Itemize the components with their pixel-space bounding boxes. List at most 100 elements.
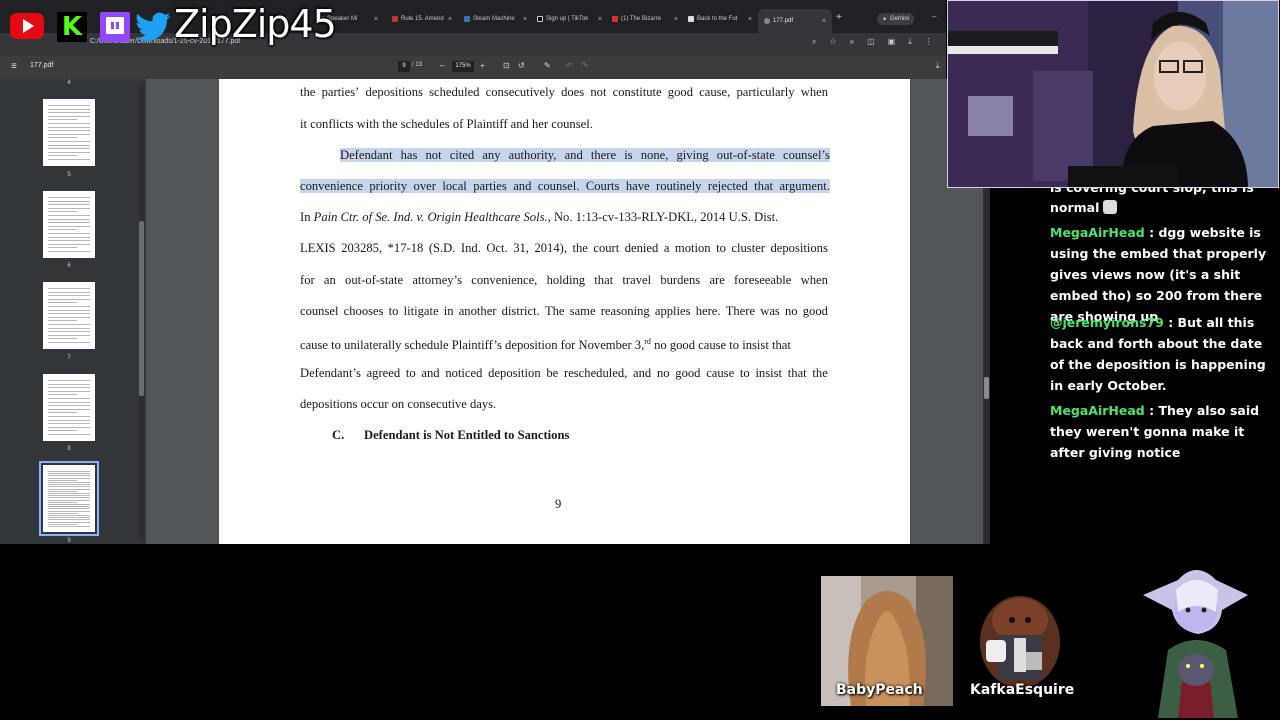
thumbnail-text-line	[48, 401, 90, 403]
extension-icon[interactable]: »	[850, 37, 854, 47]
tab-back-to-future[interactable]: Back to the Fut ×	[688, 10, 752, 28]
word: routinely	[656, 179, 702, 193]
page-number-input[interactable]: 9	[398, 61, 410, 72]
word: parties	[473, 179, 507, 193]
thumbnail-text-line	[48, 115, 90, 117]
thumbnail-text-line	[48, 430, 77, 432]
word: same	[569, 304, 596, 318]
thumbnail-text-line	[48, 475, 90, 477]
tab-rule15[interactable]: Rule 15. Amend ×	[392, 10, 452, 28]
thumbnail-text-line	[48, 504, 90, 505]
chat-username[interactable]: MegaAirHead	[1050, 225, 1145, 240]
tab-steam[interactable]: Steam Machine ×	[464, 10, 527, 28]
word: not	[425, 148, 442, 162]
rotate-icon[interactable]: ↺	[518, 61, 525, 70]
thumbnail-text-line	[48, 105, 90, 106]
close-icon[interactable]: ×	[374, 16, 378, 23]
word: 31,	[513, 241, 529, 255]
word: rescheduled,	[564, 366, 628, 380]
thumbnail-text-line	[48, 521, 90, 523]
word: be	[546, 366, 559, 380]
tab-favicon	[392, 16, 398, 22]
thumbnail-page[interactable]	[43, 282, 95, 349]
kick-icon: K	[57, 12, 87, 42]
word: that	[787, 366, 807, 380]
zoom-icon[interactable]: ⌕	[812, 37, 816, 47]
word: scheduled	[429, 85, 480, 99]
word: no	[784, 304, 798, 318]
menu-dots-icon[interactable]: ⋮	[925, 37, 933, 47]
bookmark-star-icon[interactable]: ☆	[829, 37, 836, 47]
thumbnail-page[interactable]	[43, 99, 95, 166]
word: deposition	[488, 366, 541, 380]
thumbnail-page[interactable]	[43, 191, 95, 258]
tab-bizarre[interactable]: (1) The Bizarre ×	[612, 10, 678, 28]
close-icon[interactable]: ×	[748, 16, 752, 23]
thumbnail-page[interactable]	[43, 374, 95, 441]
chat-username[interactable]: MegaAirHead	[1050, 403, 1145, 418]
zoom-out-button[interactable]: –	[440, 61, 444, 70]
hamburger-menu-icon[interactable]: ≡	[11, 61, 17, 72]
word: any	[482, 148, 501, 162]
redo-icon[interactable]: ↷	[581, 61, 588, 70]
thumbnail-scrollbar[interactable]	[139, 86, 144, 538]
address-toolbar: ⌕ ☆ » ◫ ▣ ⤓ ⋮	[812, 37, 933, 47]
thumbnail-text-line	[48, 295, 90, 297]
word: counsel’s	[782, 148, 830, 162]
puzzle-icon[interactable]: ◫	[867, 37, 875, 47]
tab-label: 177.pdf	[773, 18, 794, 24]
thumbnail-text-line	[48, 526, 90, 527]
tab-177pdf[interactable]: 177.pdf ×	[758, 9, 832, 33]
thumbnail-text-line	[48, 218, 90, 220]
undo-icon[interactable]: ↶	[566, 61, 573, 70]
word: the	[572, 241, 588, 255]
word: argument.	[779, 179, 830, 193]
fit-page-icon[interactable]: ⊡	[503, 61, 510, 70]
word: particularly	[736, 85, 795, 99]
thumbnail-text-line	[48, 137, 77, 139]
thumbnail-text-line	[48, 523, 77, 525]
minimize-button[interactable]: –	[932, 12, 936, 21]
zoom-input[interactable]: 175%	[452, 61, 474, 72]
download-icon[interactable]: ⤓	[936, 61, 940, 71]
thumbnail-text-line	[48, 313, 90, 315]
annotate-icon[interactable]: ✎	[544, 61, 551, 70]
stream-screen: { "overlay": { "handle": "ZipZip45", "yo…	[0, 0, 1280, 720]
chat-username[interactable]: @jeremyirons79	[1050, 315, 1164, 330]
close-icon[interactable]: ×	[598, 16, 602, 23]
word: priority	[369, 179, 408, 193]
close-icon[interactable]: ×	[448, 16, 452, 23]
close-icon[interactable]: ×	[674, 16, 678, 23]
thumbnail-text-line	[48, 222, 90, 224]
thumbnail-text-line	[48, 497, 90, 499]
thumbnail-text-line	[48, 151, 90, 153]
thumbnail-page-selected[interactable]	[39, 461, 99, 536]
twitter-icon	[135, 12, 171, 41]
thumbnail-text-line	[48, 233, 90, 234]
close-icon[interactable]: ×	[822, 18, 826, 25]
page-number: 9	[555, 497, 562, 511]
thumbnail-number: 4	[67, 80, 71, 86]
word: and	[421, 366, 440, 380]
thumbnail-text-line	[48, 412, 77, 414]
new-tab-button[interactable]: +	[836, 12, 842, 23]
body-line: for an out-of-state attorney’s convenience, h…	[300, 273, 828, 287]
highlighted-line[interactable]: Defendant has not cited any authority, and ther…	[340, 148, 830, 162]
word: good	[675, 366, 701, 380]
tab-label: Rule 15. Amend	[401, 16, 444, 22]
word: an	[323, 273, 336, 287]
gemini-button[interactable]: ✦ Gemini	[877, 13, 915, 25]
tab-tiktok[interactable]: Sign up | TikTok ×	[537, 10, 602, 28]
tab-favicon	[764, 18, 770, 24]
emote-icon	[1103, 200, 1118, 214]
body-line: cause to unilaterally schedule Plaintiff…	[300, 337, 791, 353]
body-line: Defendant’s agreed to and noticed deposition b…	[300, 366, 828, 380]
highlighted-line[interactable]: convenience priority over local parties and co…	[300, 179, 830, 193]
word: 203285,	[341, 241, 383, 255]
word: cited	[449, 148, 475, 162]
close-icon[interactable]: ×	[523, 16, 527, 23]
download-icon[interactable]: ⤓	[908, 37, 912, 47]
zoom-in-button[interactable]: +	[480, 61, 485, 70]
body-line: the parties’ depositions scheduled consecuti…	[300, 85, 828, 99]
sidepanel-icon[interactable]: ▣	[888, 37, 896, 47]
